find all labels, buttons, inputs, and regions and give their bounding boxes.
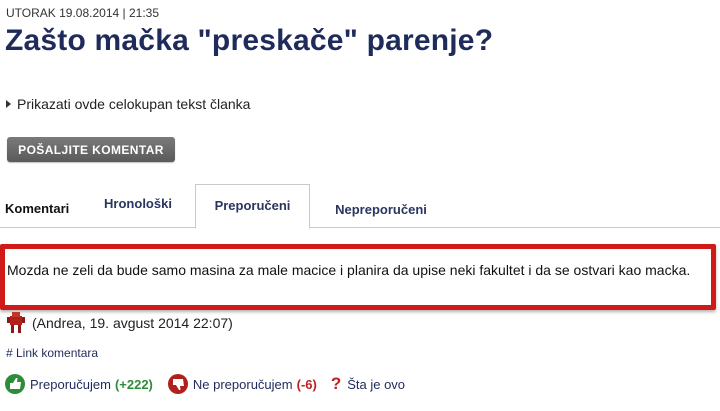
comment-text-highlighted: Mozda ne zeli da bude samo masina za mal… [0,244,716,310]
article-dateline: UTORAK 19.08.2014 | 21:35 [6,6,159,20]
user-avatar-icon [7,312,25,333]
thumbs-down-icon [167,374,188,394]
show-full-text-label: Prikazati ovde celokupan tekst članka [17,96,251,112]
comment-author: (Andrea, 19. avgust 2014 22:07) [6,310,233,336]
triangle-right-icon [6,100,11,108]
recommend-label: Preporučujem [30,376,111,392]
tab-chronological[interactable]: Hronološki [86,181,190,225]
comment-author-line: (Andrea, 19. avgust 2014 22:07) [32,315,233,331]
what-is-this-link[interactable]: ? Šta je ovo [331,374,405,394]
recommend-button[interactable]: Preporučujem (+222) [4,373,153,395]
not-recommend-button[interactable]: Ne preporučujem (-6) [167,373,317,395]
comments-heading: Komentari [5,201,70,216]
comment-votes: Preporučujem (+222) Ne preporučujem (-6)… [4,371,419,397]
what-is-this-label: Šta je ovo [347,376,406,392]
question-mark-icon: ? [330,374,342,393]
comment-permalink[interactable]: # Link komentara [6,346,98,360]
thumbs-up-icon [5,374,25,394]
comment-tabs: Komentari Hronološki Preporučeni Neprepo… [0,181,720,231]
show-full-text-link[interactable]: Prikazati ovde celokupan tekst članka [6,96,250,112]
tab-recommended[interactable]: Preporučeni [195,184,310,229]
not-recommend-label: Ne preporučujem [192,376,293,392]
recommend-count: (+222) [114,376,153,392]
tab-not-recommended[interactable]: Nepreporučeni [316,187,446,231]
article-title: Zašto mačka "preskače" parenje? [5,24,494,57]
not-recommend-count: (-6) [296,376,317,392]
send-comment-button[interactable]: POŠALJITE KOMENTAR [7,137,175,162]
